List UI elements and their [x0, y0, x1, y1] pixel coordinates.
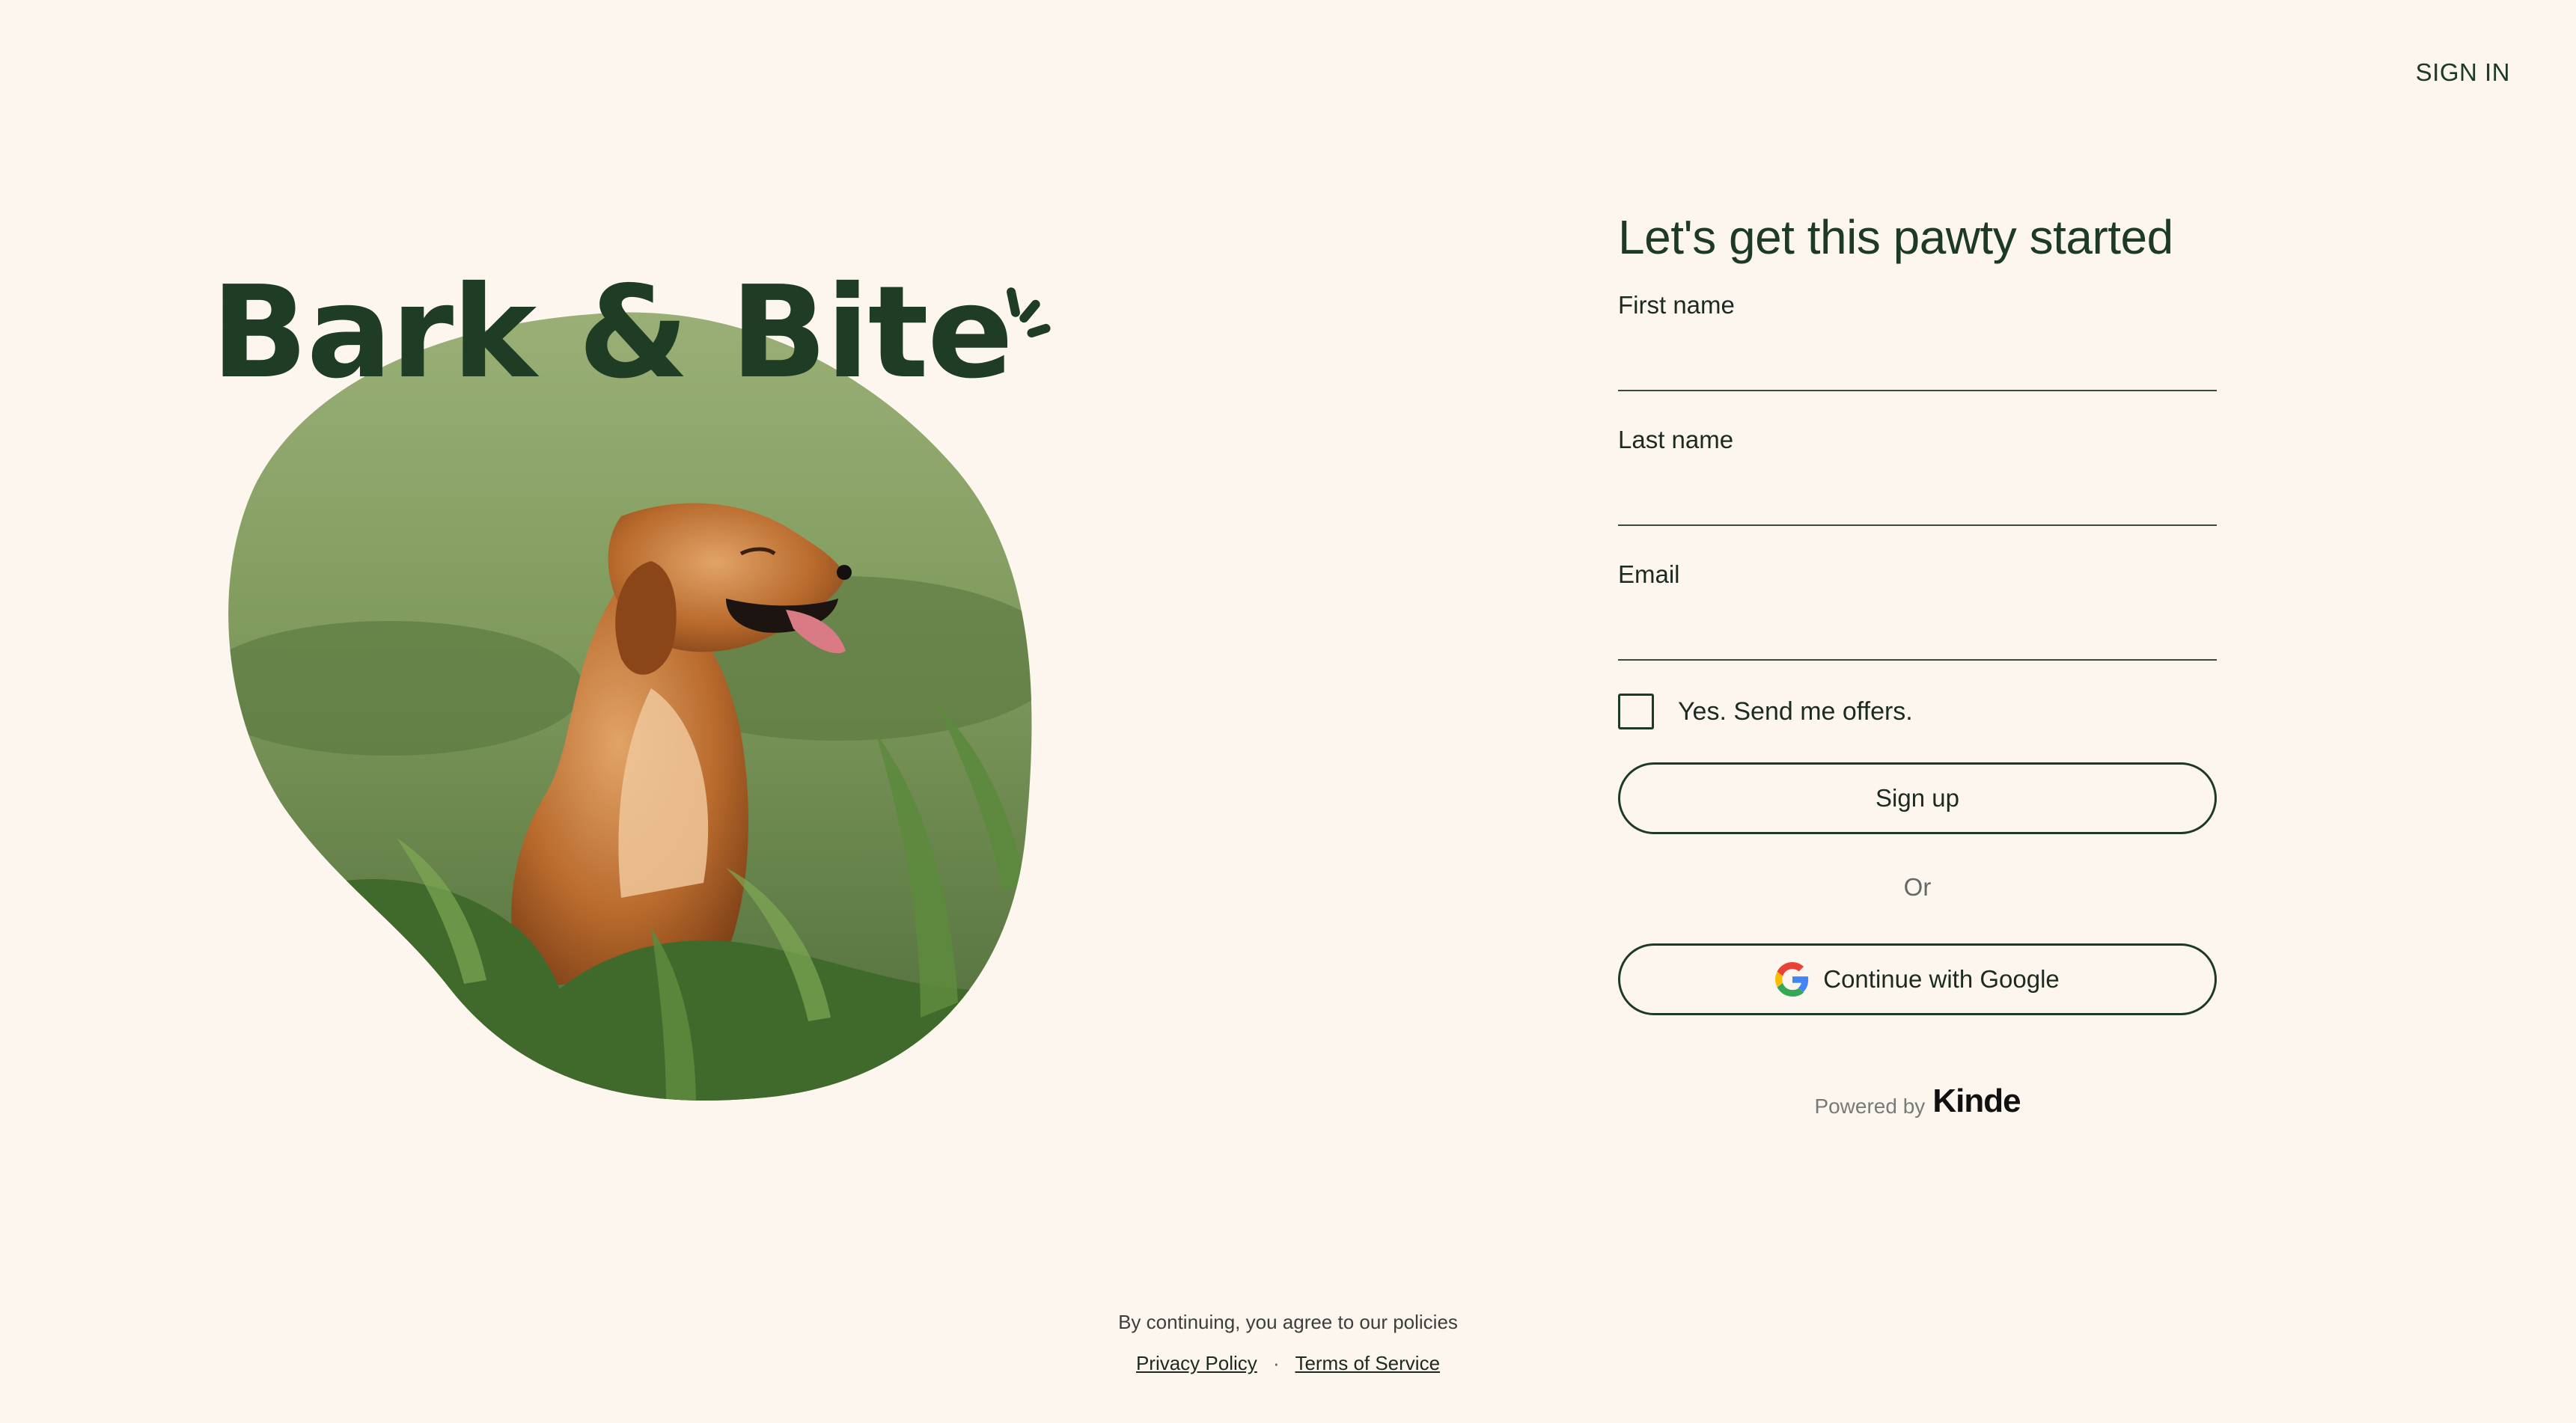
brand-name: Bark & Bite [211, 259, 1013, 407]
policy-links: Privacy Policy · Terms of Service [0, 1352, 2576, 1375]
signup-form: Let's get this pawty started First name … [1618, 206, 2217, 1120]
google-button-label: Continue with Google [1823, 965, 2060, 993]
email-input[interactable] [1618, 607, 2217, 661]
offers-label: Yes. Send me offers. [1678, 697, 1913, 726]
policy-notice: By continuing, you agree to our policies [1118, 1311, 1458, 1333]
page-title: Let's get this pawty started [1618, 210, 2173, 264]
last-name-input[interactable] [1618, 472, 2217, 526]
sign-up-button[interactable]: Sign up [1618, 762, 2217, 834]
sparkle-icon [1006, 280, 1052, 340]
hero-image: Bark & Bite [202, 269, 1052, 1107]
first-name-input[interactable] [1618, 337, 2217, 391]
continue-with-google-button[interactable]: Continue with Google [1618, 943, 2217, 1015]
offers-option: Yes. Send me offers. [1618, 694, 2217, 729]
powered-by-text: Powered by [1814, 1095, 1926, 1118]
footer: By continuing, you agree to our policies… [0, 1311, 2576, 1375]
powered-by: Powered by Kinde [1618, 1083, 2217, 1120]
or-divider: Or [1903, 873, 1932, 901]
google-g-icon [1775, 962, 1809, 997]
sign-in-link[interactable]: SIGN IN [2416, 58, 2510, 87]
first-name-group: First name [1618, 291, 2217, 391]
offers-checkbox[interactable] [1618, 694, 1654, 729]
email-group: Email [1618, 560, 2217, 661]
link-separator: · [1273, 1352, 1280, 1374]
terms-of-service-link[interactable]: Terms of Service [1295, 1352, 1440, 1374]
first-name-label: First name [1618, 291, 1735, 319]
last-name-group: Last name [1618, 426, 2217, 526]
kinde-logo[interactable]: Kinde [1932, 1083, 2021, 1120]
signup-page: SIGN IN Bark & Bite Let's get this pawty… [0, 0, 2576, 1423]
email-label: Email [1618, 560, 1680, 588]
last-name-label: Last name [1618, 426, 1734, 453]
brand-logo: Bark & Bite [211, 269, 1052, 397]
privacy-policy-link[interactable]: Privacy Policy [1136, 1352, 1257, 1374]
